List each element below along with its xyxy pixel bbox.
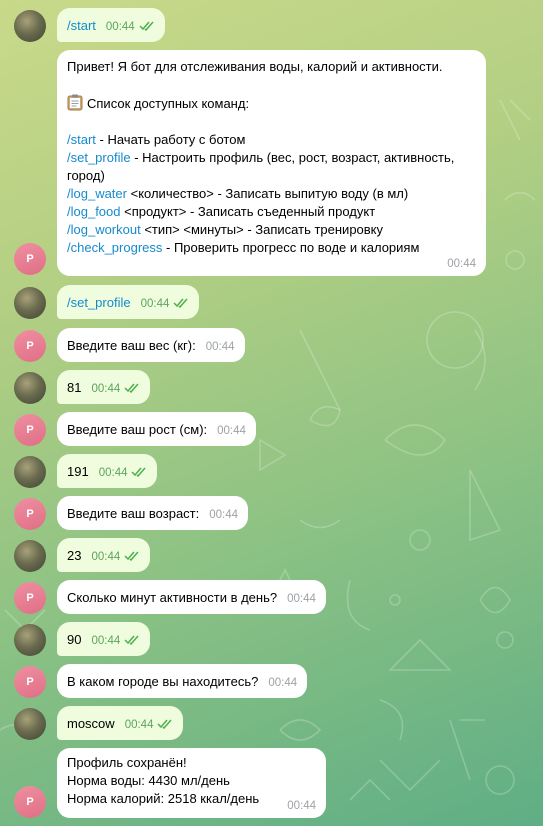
message-time: 00:44 <box>91 551 121 563</box>
message-text: Сколько минут активности в день? <box>67 590 278 605</box>
command-link[interactable]: /set_profile <box>67 295 131 310</box>
command-link[interactable]: /log_water <box>67 186 127 201</box>
read-check-icon <box>173 298 188 308</box>
read-check-icon <box>139 21 154 31</box>
message-bubble[interactable]: Профиль сохранён! Норма воды: 4430 мл/де… <box>57 748 326 818</box>
message-text: Привет! Я бот для отслеживания воды, кал… <box>67 59 443 74</box>
message-bubble[interactable]: 191 00:44 <box>57 454 158 488</box>
command-item: /check_progress - Проверить прогресс по … <box>67 240 420 255</box>
message-bubble[interactable]: Сколько минут активности в день? 00:44 <box>57 580 326 614</box>
bot-avatar[interactable]: P <box>14 414 46 446</box>
command-link[interactable]: /check_progress <box>67 240 162 255</box>
message-text: Введите ваш вес (кг): <box>67 338 196 353</box>
message-text: Норма калорий: 2518 ккал/день <box>67 791 260 806</box>
bot-avatar[interactable]: P <box>14 330 46 362</box>
message-time: 00:44 <box>287 593 316 605</box>
command-item: /start - Начать работу с ботом <box>67 132 246 147</box>
message-time: 00:44 <box>287 800 316 812</box>
message-time: 00:44 <box>140 298 170 310</box>
command-link[interactable]: /start <box>67 132 96 147</box>
message-bubble[interactable]: /start 00:44 <box>57 8 165 42</box>
message-time: 00:44 <box>124 719 154 731</box>
command-item: /log_workout <тип> <минуты> - Записать т… <box>67 222 384 237</box>
message-text: moscow <box>67 716 115 731</box>
message-bubble[interactable]: moscow 00:44 <box>57 706 184 740</box>
read-check-icon <box>124 551 139 561</box>
read-check-icon <box>131 467 147 477</box>
user-avatar[interactable] <box>14 456 46 488</box>
message-text: 90 <box>67 632 82 647</box>
message-time: 00:44 <box>98 467 128 479</box>
message-bubble[interactable]: Введите ваш вес (кг): 00:44 <box>57 328 245 362</box>
message-time: 00:44 <box>91 383 121 395</box>
message-time: 00:44 <box>105 21 135 33</box>
message-text: Профиль сохранён! <box>67 755 187 770</box>
message-text: Введите ваш рост (см): <box>67 422 208 437</box>
message-text: Введите ваш возраст: <box>67 506 200 521</box>
command-link[interactable]: /set_profile <box>67 150 131 165</box>
message-time: 00:44 <box>268 677 298 689</box>
read-check-icon <box>124 383 139 393</box>
user-avatar[interactable] <box>14 624 46 656</box>
user-avatar[interactable] <box>14 10 46 42</box>
bot-avatar[interactable]: P <box>14 582 46 614</box>
message-time: 00:44 <box>205 341 235 353</box>
message-bubble[interactable]: Привет! Я бот для отслеживания воды, кал… <box>57 50 486 276</box>
command-item: /set_profile - Настроить профиль (вес, р… <box>67 150 455 183</box>
command-link[interactable]: /log_food <box>67 204 121 219</box>
message-bubble[interactable]: 90 00:44 <box>57 622 151 656</box>
message-time: 00:44 <box>447 258 476 270</box>
read-check-icon <box>124 635 139 645</box>
read-check-icon <box>157 719 173 729</box>
message-bubble[interactable]: В каком городе вы находитесь? 00:44 <box>57 664 308 698</box>
message-text: В каком городе вы находитесь? <box>67 674 259 689</box>
message-text: 81 <box>67 380 82 395</box>
clipboard-icon <box>67 94 83 111</box>
message-bubble[interactable]: Введите ваш рост (см): 00:44 <box>57 412 256 446</box>
message-text: 191 <box>67 464 89 479</box>
message-bubble[interactable]: /set_profile 00:44 <box>57 285 200 319</box>
command-link[interactable]: /log_workout <box>67 222 141 237</box>
message-bubble[interactable]: 81 00:44 <box>57 370 151 404</box>
message-text: Норма воды: 4430 мл/день <box>67 773 230 788</box>
message-bubble[interactable]: 23 00:44 <box>57 538 151 572</box>
message-time: 00:44 <box>209 509 239 521</box>
user-avatar[interactable] <box>14 540 46 572</box>
message-time: 00:44 <box>217 425 246 437</box>
command-list-title: Список доступных команд: <box>67 94 476 113</box>
message-text: 23 <box>67 548 82 563</box>
bot-avatar[interactable]: P <box>14 786 46 818</box>
message-time: 00:44 <box>91 635 121 647</box>
bot-avatar[interactable]: P <box>14 243 46 275</box>
bot-avatar[interactable]: P <box>14 498 46 530</box>
user-avatar[interactable] <box>14 708 46 740</box>
user-avatar[interactable] <box>14 287 46 319</box>
command-item: /log_water <количество> - Записать выпит… <box>67 186 409 201</box>
user-avatar[interactable] <box>14 372 46 404</box>
message-bubble[interactable]: Введите ваш возраст: 00:44 <box>57 496 249 530</box>
command-item: /log_food <продукт> - Записать съеденный… <box>67 204 376 219</box>
bot-avatar[interactable]: P <box>14 666 46 698</box>
command-link[interactable]: /start <box>67 18 96 33</box>
